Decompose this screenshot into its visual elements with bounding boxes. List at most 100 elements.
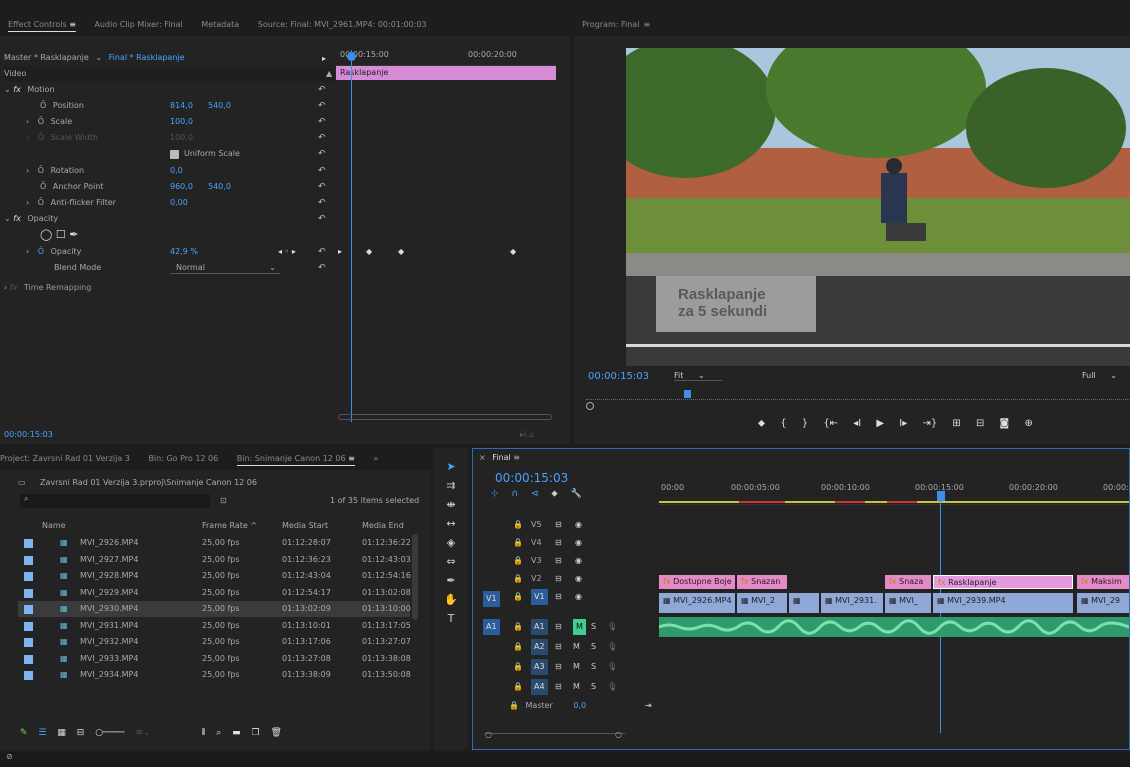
tab-effect-controls[interactable]: Effect Controls ≡ (8, 20, 76, 32)
table-row[interactable]: ▦ MVI_2928.MP4 25,00 fps 01:12:43:04 01:12:5… (18, 568, 411, 584)
tab-source[interactable]: Source: Final: MVI_2961.MP4: 00:01:00:03 (258, 20, 427, 29)
reset-icon[interactable]: ↶ (318, 146, 326, 162)
lift-icon[interactable]: ⊞ (952, 418, 960, 429)
marker-icon[interactable]: ⬥ (758, 418, 765, 429)
blend-mode-select[interactable]: Normal ⌄ (170, 262, 280, 274)
lock-icon[interactable]: 🔒 (513, 619, 523, 635)
reset-icon[interactable]: ↶ (318, 130, 326, 146)
label-color-swatch[interactable] (24, 588, 33, 598)
v1-clip[interactable]: ▦ (789, 593, 819, 613)
keyframe-diamond[interactable]: ◆ (510, 247, 516, 256)
selection-tool-icon[interactable]: ➤ (434, 460, 468, 473)
ripple-edit-tool-icon[interactable]: ⇼ (434, 498, 468, 511)
chevron-down-icon[interactable]: ⌄ (95, 53, 102, 62)
lock-icon[interactable]: 🔒 (513, 553, 523, 569)
expand-chevron-icon[interactable]: › (4, 283, 7, 292)
expand-chevron-icon[interactable]: › (26, 166, 29, 175)
lock-icon[interactable]: 🔒 (513, 679, 523, 695)
timeline-playhead-handle[interactable] (937, 491, 945, 501)
program-playhead[interactable] (684, 390, 691, 398)
sync-lock-icon[interactable]: ⊟ (555, 535, 562, 551)
clip-name[interactable]: MVI_2933.MP4 (80, 651, 138, 667)
eye-icon[interactable]: ◉ (575, 589, 582, 605)
overflow-icon[interactable]: » (373, 454, 378, 463)
nest-icon[interactable]: ⊹ (491, 489, 499, 499)
solo-button[interactable]: S (591, 619, 596, 635)
v1-clip[interactable]: ▦ MVI_2 (737, 593, 787, 613)
tab-bin-canon[interactable]: Bin: Snimanje Canon 12 06 ≡ (236, 454, 355, 466)
pencil-icon[interactable]: ✎ (20, 728, 28, 738)
expand-chevron-icon[interactable]: ⌄ (4, 85, 11, 94)
reset-icon[interactable]: ↶ (318, 82, 326, 98)
go-to-out-icon[interactable]: ⇥} (922, 418, 937, 429)
table-row[interactable]: ▦ MVI_2932.MP4 25,00 fps 01:13:17:06 01:13:2… (18, 634, 411, 650)
automate-icon[interactable]: ⫴ (202, 728, 206, 738)
solo-button[interactable]: S (591, 679, 596, 695)
track-label[interactable]: A1 (531, 619, 548, 635)
mute-button[interactable]: M (573, 619, 586, 635)
opacity-section-row[interactable]: ⌄ fx Opacity ↶ (4, 211, 334, 227)
clip-name[interactable]: MVI_2934.MP4 (80, 667, 138, 683)
track-label[interactable]: V1 (531, 589, 548, 605)
ec-playhead-handle[interactable] (347, 52, 356, 61)
motion-row[interactable]: ⌄ fx Motion ↶ (4, 82, 334, 98)
v1-clip[interactable]: ▦ MVI_29 (1077, 593, 1129, 613)
source-patch-a1[interactable]: A1 (483, 619, 500, 635)
reset-icon[interactable]: ↶ (318, 179, 326, 195)
col-media-start[interactable]: Media Start (282, 518, 328, 534)
ec-clip-bar[interactable]: Rasklapanje (336, 66, 556, 80)
freeform-view-icon[interactable]: ⊟ (77, 728, 85, 738)
reset-icon[interactable]: ↶ (318, 211, 326, 227)
tab-project[interactable]: Project: Zavrsni Rad 01 Verzija 3 (0, 454, 130, 463)
mark-out-icon[interactable]: } (802, 418, 808, 429)
label-color-swatch[interactable] (24, 555, 33, 565)
sync-lock-icon[interactable]: ⊟ (555, 659, 562, 675)
settings-wrench-icon[interactable]: 🔧 (571, 489, 582, 499)
clip-name[interactable]: MVI_2926.MP4 (80, 535, 138, 551)
v2-clip[interactable]: fx Snaza (885, 575, 931, 589)
solo-button[interactable]: S (591, 659, 596, 675)
stopwatch-icon[interactable]: Ō (38, 166, 44, 175)
table-row[interactable]: ▦ MVI_2933.MP4 25,00 fps 01:13:27:08 01:13:3… (18, 651, 411, 667)
trash-icon[interactable]: 🗑 (270, 728, 281, 738)
anchor-y-value[interactable]: 540,0 (208, 179, 231, 195)
ec-playhead[interactable] (351, 50, 352, 422)
mark-in-icon[interactable]: { (780, 418, 786, 429)
time-remap-row[interactable]: › fx Time Remapping (4, 280, 334, 296)
sort-icon[interactable]: ≡⌄ (136, 728, 151, 738)
stopwatch-active-icon[interactable]: Ō (38, 247, 44, 256)
eye-icon[interactable]: ◉ (575, 571, 582, 587)
position-y-value[interactable]: 540,0 (208, 98, 231, 114)
col-name[interactable]: Name (42, 518, 66, 534)
ec-timecode[interactable]: 00:00:15:03 (4, 430, 53, 439)
label-color-swatch[interactable] (24, 654, 33, 664)
table-row[interactable]: ▦ MVI_2926.MP4 25,00 fps 01:12:28:07 01:12:3… (18, 535, 411, 551)
lock-icon[interactable]: 🔒 (513, 589, 523, 605)
rotation-value[interactable]: 0,0 (170, 163, 183, 179)
tab-metadata[interactable]: Metadata (201, 20, 239, 29)
lock-icon[interactable]: 🔒 (513, 517, 523, 533)
program-zoom-handle[interactable] (586, 402, 594, 410)
reset-icon[interactable]: ↶ (318, 98, 326, 114)
snap-icon[interactable]: ∩ (511, 489, 518, 499)
timeline-ruler[interactable]: 00:00 00:00:05:00 00:00:10:00 00:00:15:0… (659, 479, 1130, 505)
mute-button[interactable]: M (573, 679, 580, 695)
v2-clip[interactable]: fx Snazan (737, 575, 787, 589)
reset-icon[interactable]: ↶ (318, 244, 326, 260)
lock-icon[interactable]: 🔒 (509, 701, 519, 710)
lock-icon[interactable]: 🔒 (513, 535, 523, 551)
program-video-frame[interactable]: Rasklapanje za 5 sekundi (626, 48, 1130, 366)
ec-ruler[interactable]: 00:00:15:00 00:00:20:00 (336, 48, 556, 66)
new-item-icon[interactable]: ❐ (252, 728, 260, 738)
source-patch-v1[interactable]: V1 (483, 591, 500, 607)
linked-selection-icon[interactable]: ⊲ (531, 489, 539, 499)
step-forward-icon[interactable]: I▸ (899, 418, 907, 429)
clip-name[interactable]: MVI_2931.MP4 (80, 618, 138, 634)
lock-icon[interactable]: 🔒 (513, 639, 523, 655)
project-scrollbar[interactable] (412, 534, 418, 620)
pen-tool-icon[interactable]: ✒ (434, 574, 468, 587)
reset-icon[interactable]: ↶ (318, 260, 326, 276)
stopwatch-icon[interactable]: Ō (38, 117, 44, 126)
master-clip-label[interactable]: Master * Rasklapanje (4, 53, 89, 62)
v1-clip[interactable]: ▦ MVI_2939.MP4 (933, 593, 1073, 613)
